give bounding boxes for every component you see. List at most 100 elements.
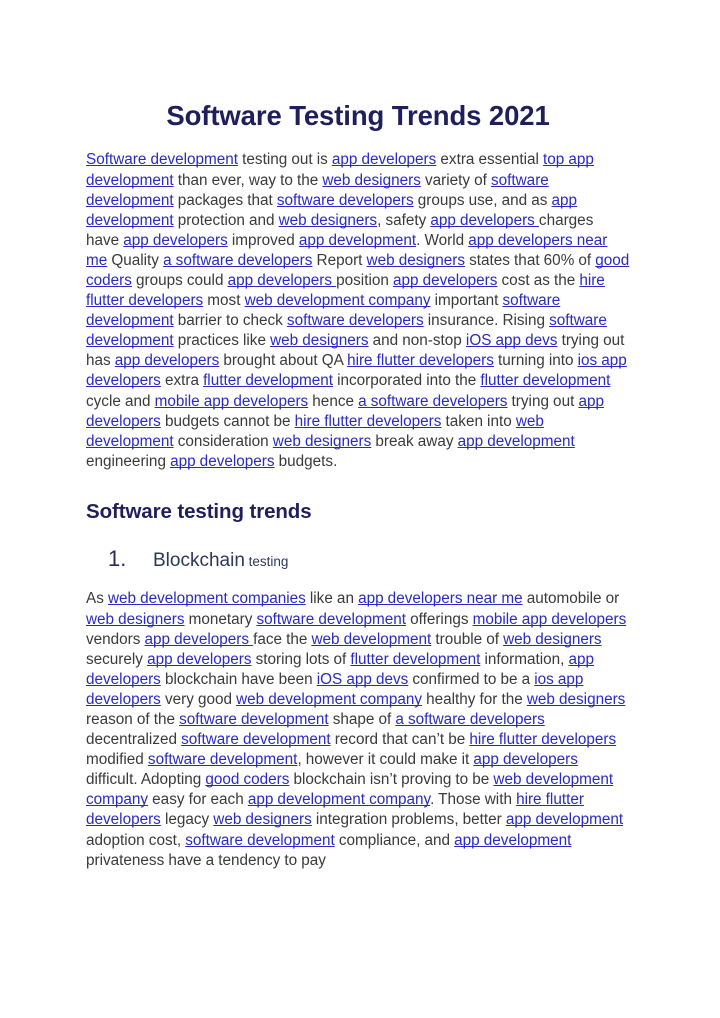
- inline-link[interactable]: a software developers: [395, 711, 544, 728]
- inline-link[interactable]: flutter development: [350, 651, 480, 668]
- inline-text: taken into: [441, 412, 516, 430]
- document-page: Software Testing Trends 2021 Software de…: [0, 0, 720, 1018]
- inline-link[interactable]: web development company: [236, 691, 422, 708]
- inline-link[interactable]: app development: [299, 232, 416, 249]
- inline-text: groups use, and as: [413, 191, 552, 209]
- inline-link[interactable]: web designers: [270, 332, 369, 349]
- list-item-subtitle: testing: [245, 554, 289, 569]
- inline-link[interactable]: app development: [506, 811, 623, 828]
- inline-link[interactable]: iOS app devs: [466, 332, 558, 349]
- inline-text: trying out: [507, 392, 579, 410]
- inline-link[interactable]: app developers: [228, 272, 337, 289]
- inline-text: compliance, and: [334, 831, 455, 849]
- inline-link[interactable]: app developers: [393, 272, 497, 289]
- inline-text: practices like: [173, 332, 271, 350]
- inline-text: integration problems, better: [311, 811, 506, 829]
- inline-text: automobile or: [522, 590, 620, 608]
- inline-text: Quality: [107, 251, 164, 269]
- inline-text: break away: [371, 432, 458, 450]
- inline-link[interactable]: web development companies: [108, 590, 306, 607]
- inline-link[interactable]: app developers: [115, 352, 219, 369]
- inline-text: position: [336, 272, 393, 289]
- inline-link[interactable]: software development: [148, 751, 298, 768]
- inline-link[interactable]: app development: [458, 433, 575, 450]
- inline-text: information,: [480, 650, 569, 668]
- inline-link[interactable]: web designers: [367, 252, 466, 269]
- inline-link[interactable]: app developers: [473, 751, 577, 768]
- inline-text: reason of the: [86, 710, 180, 728]
- inline-link[interactable]: app developers: [332, 151, 436, 168]
- list-item-blockchain-testing: 1. Blockchain testing: [86, 545, 630, 572]
- inline-text: extra essential: [436, 151, 543, 169]
- list-item-number: 1.: [108, 545, 127, 571]
- inline-link[interactable]: hire flutter developers: [347, 352, 494, 369]
- inline-link[interactable]: app development: [454, 832, 571, 849]
- inline-text: confirmed to be a: [408, 670, 535, 688]
- inline-link[interactable]: software development: [185, 832, 335, 849]
- inline-text: record that can’t be: [330, 731, 470, 749]
- inline-text: storing lots of: [251, 650, 351, 668]
- inline-link[interactable]: Software development: [86, 151, 238, 168]
- inline-text: , safety: [377, 211, 431, 229]
- inline-text: , however it could make it: [297, 751, 474, 769]
- inline-text: face the: [253, 630, 312, 648]
- inline-text: legacy: [160, 811, 214, 829]
- inline-text: . World: [416, 231, 469, 249]
- inline-link[interactable]: web designers: [503, 631, 602, 648]
- inline-link[interactable]: flutter development: [480, 372, 610, 389]
- inline-link[interactable]: mobile app developers: [473, 611, 627, 628]
- inline-link[interactable]: web designers: [213, 811, 312, 828]
- inline-text: budgets.: [274, 452, 338, 470]
- inline-link[interactable]: app developers: [147, 651, 251, 668]
- inline-link[interactable]: flutter development: [203, 372, 333, 389]
- inline-link[interactable]: web designers: [322, 172, 421, 189]
- inline-link[interactable]: hire flutter developers: [295, 413, 442, 430]
- inline-text: very good: [160, 690, 237, 708]
- inline-text: blockchain isn’t proving to be: [289, 771, 494, 789]
- inline-link[interactable]: a software developers: [163, 252, 312, 269]
- inline-link[interactable]: web designers: [279, 212, 378, 229]
- inline-text: trouble of: [431, 630, 504, 648]
- inline-link[interactable]: software developers: [277, 192, 414, 209]
- inline-link[interactable]: web development: [311, 631, 431, 648]
- inline-link[interactable]: software development: [181, 731, 331, 748]
- inline-link[interactable]: app development company: [248, 791, 430, 808]
- inline-text: like an: [305, 590, 359, 608]
- inline-text: offerings: [405, 610, 473, 628]
- inline-text: important: [430, 292, 503, 310]
- inline-text: hence: [308, 392, 359, 410]
- inline-text: improved: [227, 231, 299, 249]
- inline-link[interactable]: web development company: [245, 292, 431, 309]
- inline-link[interactable]: a software developers: [358, 393, 507, 410]
- inline-link[interactable]: app developers: [145, 631, 254, 648]
- inline-text: and non-stop: [368, 332, 466, 350]
- inline-text: healthy for the: [422, 690, 527, 708]
- section-heading-software-testing-trends: Software testing trends: [86, 499, 312, 523]
- inline-text: packages that: [173, 191, 277, 209]
- inline-text: modified: [86, 751, 148, 769]
- inline-link[interactable]: software development: [256, 611, 406, 628]
- inline-link[interactable]: mobile app developers: [155, 393, 309, 410]
- inline-text: shape of: [328, 710, 396, 728]
- paragraph-blockchain: As web development companies like an app…: [86, 589, 630, 870]
- inline-link[interactable]: web designers: [86, 611, 185, 628]
- inline-text: engineering: [86, 452, 171, 470]
- inline-text: than ever, way to the: [173, 171, 323, 189]
- inline-link[interactable]: good coders: [205, 771, 289, 788]
- inline-link[interactable]: iOS app devs: [317, 671, 409, 688]
- inline-text: decentralized: [86, 731, 182, 749]
- document-content: Software Testing Trends 2021 Software de…: [86, 100, 630, 871]
- inline-link[interactable]: app developers: [123, 232, 227, 249]
- inline-link[interactable]: app developers: [430, 212, 539, 229]
- inline-link[interactable]: software developers: [287, 312, 424, 329]
- inline-text: variety of: [420, 171, 491, 189]
- inline-link[interactable]: web designers: [527, 691, 626, 708]
- inline-text: testing out is: [238, 151, 332, 169]
- inline-text: states that 60% of: [465, 251, 596, 269]
- inline-link[interactable]: app developers near me: [358, 590, 523, 607]
- inline-link[interactable]: app developers: [170, 453, 274, 470]
- inline-link[interactable]: hire flutter developers: [469, 731, 616, 748]
- inline-link[interactable]: web designers: [273, 433, 372, 450]
- inline-link[interactable]: software development: [179, 711, 329, 728]
- inline-text: easy for each: [148, 791, 248, 809]
